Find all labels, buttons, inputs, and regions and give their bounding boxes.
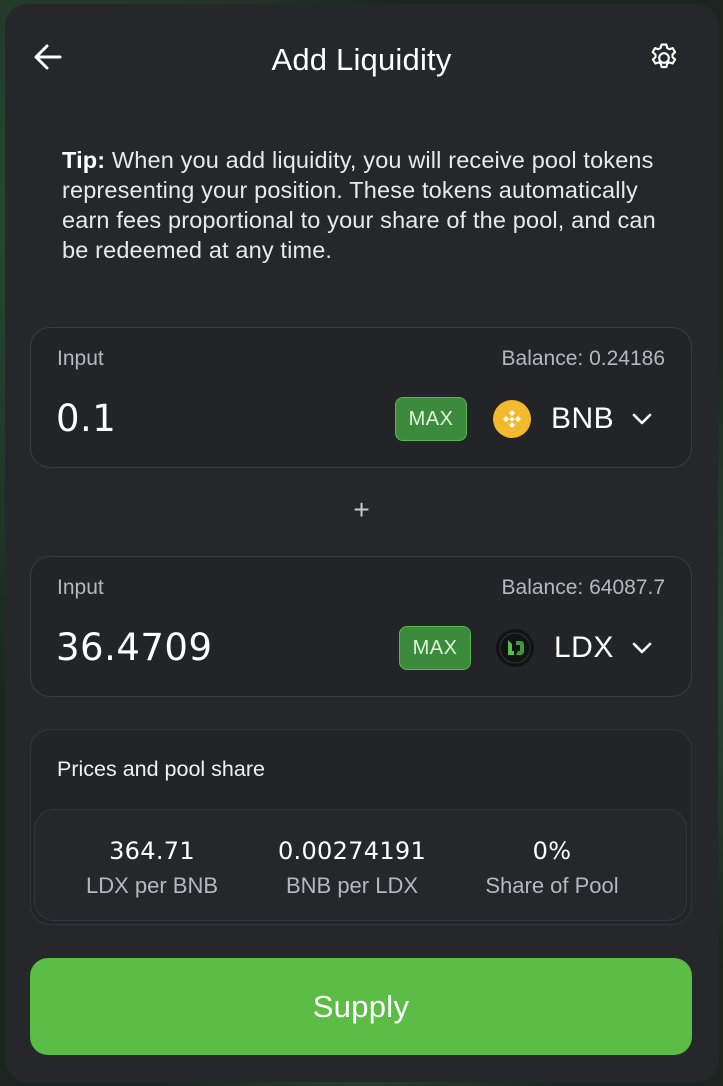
token-symbol: BNB [551,402,615,435]
stat-value: 0.00274191 [277,837,427,865]
stat-label: Share of Pool [485,873,619,898]
prices-stats: 364.71 LDX per BNB 0.00274191 BNB per LD… [34,809,687,921]
input-card-bnb: Input Balance: 0.24186 MAX BNB [30,327,692,468]
stat-ldx-per-bnb: 364.71 LDX per BNB [82,837,222,899]
plus-icon: + [353,494,370,525]
chevron-down-icon [632,413,652,425]
input-label: Input [57,347,104,370]
stat-label: LDX per BNB [85,873,219,898]
stat-bnb-per-ldx: 0.00274191 BNB per LDX [277,837,427,899]
amount-input-ldx[interactable] [56,624,356,670]
supply-button[interactable]: Supply [30,958,692,1055]
stat-value: 0% [532,837,572,865]
prices-card: Prices and pool share 364.71 LDX per BNB… [30,729,692,925]
tip-label: Tip: [62,147,106,173]
token-select-ldx[interactable]: LDX [496,624,652,672]
max-button[interactable]: MAX [399,626,471,670]
ldx-token-icon [496,629,534,667]
max-button[interactable]: MAX [395,397,467,441]
token-symbol: LDX [554,631,614,664]
token-select-bnb[interactable]: BNB [493,395,652,443]
balance-text: Balance: 0.24186 [501,347,665,370]
settings-button[interactable] [646,40,682,76]
gear-icon [651,43,677,69]
stat-label: BNB per LDX [285,873,419,898]
input-label: Input [57,576,104,599]
tip-body: When you add liquidity, you will receive… [62,147,656,263]
chevron-down-icon [632,642,652,654]
amount-input-bnb[interactable] [56,395,356,441]
header: Add Liquidity [5,4,718,120]
balance-text: Balance: 64087.7 [501,576,665,599]
bnb-token-icon [493,400,531,438]
stat-share-of-pool: 0% Share of Pool [477,837,627,899]
input-card-ldx: Input Balance: 64087.7 MAX LDX [30,556,692,697]
stat-value: 364.71 [109,837,195,865]
prices-title: Prices and pool share [57,757,265,781]
tip-text: Tip: When you add liquidity, you will re… [62,145,682,265]
add-liquidity-panel: Add Liquidity Tip: When you add liquidit… [5,4,718,1082]
page-title: Add Liquidity [271,42,452,77]
